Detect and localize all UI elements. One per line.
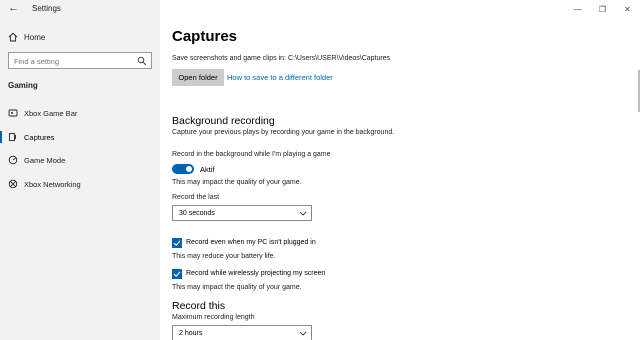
active-indicator — [0, 131, 2, 143]
checkmark-icon — [173, 240, 181, 246]
sidebar-item-label: Captures — [24, 133, 55, 142]
background-recording-toggle-label: Record in the background while I'm playi… — [172, 151, 331, 158]
back-button[interactable]: ← — [8, 2, 20, 14]
game-mode-icon — [8, 155, 18, 165]
sidebar-item-label: Game Mode — [24, 156, 66, 165]
sidebar-item-label: Xbox Networking — [24, 180, 81, 189]
captures-page: Captures Save screenshots and game clips… — [160, 0, 640, 340]
battery-note: This may reduce your battery life. — [172, 253, 276, 260]
chevron-down-icon — [299, 211, 307, 216]
home-icon — [8, 32, 18, 42]
settings-sidebar: ← Settings Home Find a setting Gaming Xb… — [0, 0, 160, 340]
checkmark-icon — [173, 271, 181, 277]
page-title: Captures — [172, 28, 238, 45]
background-recording-toggle[interactable] — [172, 164, 194, 174]
toggle-note: This may impact the quality of your game… — [172, 179, 302, 186]
home-label: Home — [24, 32, 46, 42]
record-this-heading: Record this — [172, 300, 226, 312]
chevron-down-icon — [299, 331, 307, 336]
wireless-projecting-checkbox-label: Record while wirelessly projecting my sc… — [186, 270, 326, 277]
xbox-game-bar-icon — [8, 109, 18, 117]
toggle-state-label: Aktif — [200, 165, 215, 174]
plugged-in-checkbox[interactable] — [172, 238, 182, 248]
sidebar-item-xbox-game-bar[interactable]: Xbox Game Bar — [0, 105, 160, 121]
plugged-in-checkbox-label: Record even when my PC isn't plugged in — [186, 239, 316, 246]
record-last-value: 30 seconds — [179, 210, 215, 217]
open-folder-button[interactable]: Open folder — [172, 69, 224, 86]
search-input[interactable]: Find a setting — [8, 52, 152, 69]
captures-icon — [9, 133, 16, 141]
sidebar-item-captures[interactable]: Captures — [0, 129, 160, 145]
sidebar-item-game-mode[interactable]: Game Mode — [0, 152, 160, 168]
max-length-dropdown[interactable]: 2 hours — [172, 325, 312, 340]
save-location-help-link[interactable]: How to save to a different folder — [227, 73, 333, 82]
record-last-label: Record the last — [172, 194, 220, 201]
background-recording-description: Capture your previous plays by recording… — [172, 129, 395, 136]
search-placeholder: Find a setting — [14, 57, 60, 66]
wireless-projecting-checkbox[interactable] — [172, 269, 182, 279]
sidebar-item-label: Xbox Game Bar — [24, 109, 78, 118]
save-path-text: Save screenshots and game clips in: C:\U… — [172, 55, 391, 62]
search-icon[interactable] — [137, 56, 147, 66]
sidebar-item-xbox-networking[interactable]: Xbox Networking — [0, 176, 160, 192]
max-length-label: Maximum recording length — [172, 314, 255, 321]
max-length-value: 2 hours — [179, 330, 203, 337]
toggle-knob — [186, 166, 192, 172]
xbox-networking-icon — [8, 179, 18, 189]
background-recording-heading: Background recording — [172, 115, 275, 127]
home-nav-item[interactable]: Home — [8, 31, 45, 43]
projecting-note: This may impact the quality of your game… — [172, 284, 302, 291]
app-title: Settings — [32, 4, 61, 13]
record-last-dropdown[interactable]: 30 seconds — [172, 205, 312, 221]
section-title-gaming: Gaming — [8, 81, 38, 90]
